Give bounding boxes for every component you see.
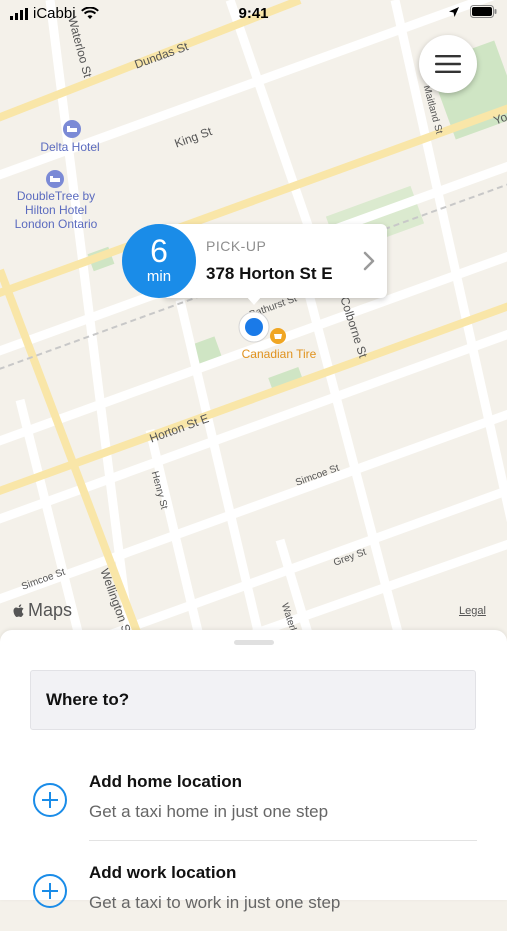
location-arrow-icon [449,6,459,17]
eta-badge: 6 min [122,224,196,298]
pickup-address: 378 Horton St E [206,264,333,283]
add-work-location-row[interactable]: Add work location Get a taxi to work in … [0,851,507,931]
eta-value: 6 [150,233,168,269]
work-location-title: Add work location [89,863,237,882]
legal-link[interactable]: Legal [459,605,486,617]
maps-logo-text: Maps [28,600,73,620]
status-right [448,5,497,18]
poi-label: Canadian Tire [241,347,317,361]
pickup-card[interactable]: PICK-UP 378 Horton St E 6 min [122,224,387,305]
destination-search-input[interactable]: Where to? [30,670,476,730]
home-location-title: Add home location [89,772,242,791]
bottom-sheet: Where to? Add home location Get a taxi h… [0,630,507,912]
pickup-label: PICK-UP [206,238,267,254]
menu-button[interactable] [419,35,477,93]
poi-label: DoubleTree by Hilton Hotel London Ontari… [14,189,98,231]
apple-icon [13,603,24,617]
sheet-grabber[interactable] [234,640,274,645]
hotel-icon [63,120,81,138]
eta-unit: min [146,268,172,285]
apple-maps-logo: Maps [12,600,72,621]
status-bar: iCabbi 9:41 [0,0,507,28]
divider [89,840,477,841]
add-home-location-row[interactable]: Add home location Get a taxi home in jus… [0,760,507,840]
battery-icon [470,5,497,18]
search-placeholder: Where to? [46,690,130,709]
status-time: 9:41 [238,5,269,22]
hotel-icon [46,170,64,188]
chevron-right-icon [363,251,375,271]
work-location-subtitle: Get a taxi to work in just one step [89,893,341,912]
current-location-dot [238,311,270,343]
poi-label: Delta Hotel [40,140,100,154]
add-circle-icon [33,783,67,817]
add-circle-icon [33,874,67,908]
map-view[interactable]: Dundas St King St Horton St E Simcoe St … [0,0,507,640]
hamburger-menu-icon [435,55,461,73]
pickup-pointer [246,296,262,305]
home-location-subtitle: Get a taxi home in just one step [89,802,329,821]
shopping-icon [270,328,286,344]
